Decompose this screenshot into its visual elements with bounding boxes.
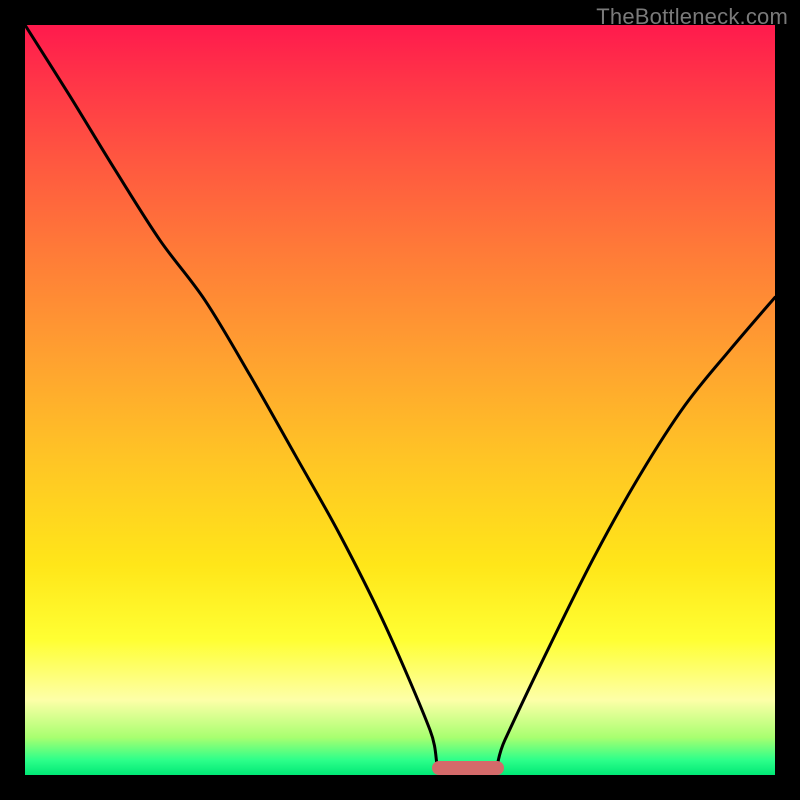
plot-area (25, 25, 775, 775)
watermark-text: TheBottleneck.com (596, 4, 788, 30)
curve-path (25, 25, 775, 775)
optimum-marker (432, 761, 504, 775)
curve-svg (25, 25, 775, 775)
chart-frame: TheBottleneck.com (0, 0, 800, 800)
